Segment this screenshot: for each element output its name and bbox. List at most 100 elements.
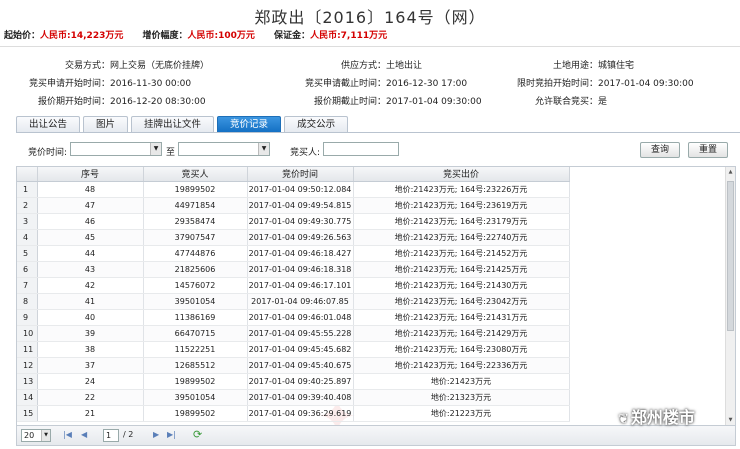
bid-price-cell: 地价:21423万元; 164号:21429万元 xyxy=(353,325,570,342)
page-size-select[interactable]: 20 ▼ xyxy=(21,429,51,442)
table-row[interactable]: 3 46 29358474 2017-01-04 09:49:30.775 地价:214… xyxy=(17,213,570,230)
bidder-input[interactable] xyxy=(323,142,399,156)
seq-cell: 46 xyxy=(37,213,144,230)
seq-cell: 48 xyxy=(37,181,144,198)
next-page-icon[interactable]: ▶ xyxy=(153,430,159,439)
col-header-bid-price[interactable]: 竞买出价 xyxy=(353,167,570,182)
table-row[interactable]: 5 44 47744876 2017-01-04 09:46:18.427 地价:214… xyxy=(17,245,570,262)
table-row[interactable]: 13 24 19899502 2017-01-04 09:40:25.897 地价:21… xyxy=(17,373,570,390)
bidder-cell: 66470715 xyxy=(143,325,248,342)
bid-time-cell: 2017-01-04 09:49:26.563 xyxy=(247,229,354,246)
increment-value: 人民币:100万元 xyxy=(187,31,255,41)
chevron-down-icon: ▼ xyxy=(150,143,161,155)
row-index: 12 xyxy=(17,357,38,374)
bid-price-cell: 地价:21423万元; 164号:21425万元 xyxy=(353,261,570,278)
bid-records-table: 序号 竞买人 竞价时间 竞买出价 1 48 19899502 2017-01-04 0… xyxy=(17,167,570,422)
bid-time-cell: 2017-01-04 09:46:18.427 xyxy=(247,245,354,262)
row-index: 10 xyxy=(17,325,38,342)
table-row[interactable]: 12 37 12685512 2017-01-04 09:45:40.675 地价:21… xyxy=(17,357,570,374)
scroll-down-icon[interactable]: ▼ xyxy=(726,415,735,425)
table-row[interactable]: 4 45 37907547 2017-01-04 09:49:26.563 地价:214… xyxy=(17,229,570,246)
row-index: 1 xyxy=(17,181,38,198)
bid-time-cell: 2017-01-04 09:45:55.228 xyxy=(247,325,354,342)
table-row[interactable]: 11 38 11522251 2017-01-04 09:45:45.682 地价:21… xyxy=(17,341,570,358)
brand-watermark: ❦ 郑州楼市 xyxy=(618,408,695,427)
table-row[interactable]: 10 39 66470715 2017-01-04 09:45:55.228 地价:21… xyxy=(17,325,570,342)
bid-time-start-select[interactable]: ▼ xyxy=(70,142,162,156)
prev-page-icon[interactable]: ◀ xyxy=(81,430,87,439)
bid-price-cell: 地价:21423万元; 164号:23179万元 xyxy=(353,213,570,230)
pagination-bar: 20 ▼ |◀ ◀ 1 / 2 ▶ ▶| ⟳ xyxy=(16,426,736,446)
table-row[interactable]: 14 22 39501054 2017-01-04 09:39:40.408 地价:21… xyxy=(17,389,570,406)
timed-start: 限时竞拍开始时间：2017-01-04 09:30:00 xyxy=(516,79,694,89)
col-header-bidder[interactable]: 竞买人 xyxy=(143,167,248,182)
current-page-input[interactable]: 1 xyxy=(103,429,119,442)
joint-bid: 允许联合竞买：是 xyxy=(534,97,608,107)
table-row[interactable]: 9 40 11386169 2017-01-04 09:46:01.048 地价:214… xyxy=(17,309,570,326)
chevron-down-icon: ▼ xyxy=(258,143,269,155)
scroll-up-icon[interactable]: ▲ xyxy=(726,167,735,177)
col-header-seq[interactable]: 序号 xyxy=(37,167,144,182)
table-row[interactable]: 8 41 39501054 2017-01-04 09:46:07.85 地价:2142… xyxy=(17,293,570,310)
deposit-label: 保证金： xyxy=(274,31,311,41)
bidder-cell: 44971854 xyxy=(143,197,248,214)
bid-time-cell: 2017-01-04 09:39:40.408 xyxy=(247,389,354,406)
bidder-cell: 47744876 xyxy=(143,245,248,262)
row-index: 13 xyxy=(17,373,38,390)
tab-listing-files[interactable]: 挂牌出让文件 xyxy=(131,116,215,132)
vertical-scrollbar[interactable]: ▲ ▼ xyxy=(725,167,735,425)
search-button[interactable]: 查询 xyxy=(640,142,680,158)
bid-price-cell: 地价:21323万元 xyxy=(353,389,570,406)
tab-bid-records[interactable]: 竞价记录 xyxy=(217,116,282,132)
scroll-thumb[interactable] xyxy=(727,181,734,331)
row-index: 8 xyxy=(17,293,38,310)
last-page-icon[interactable]: ▶| xyxy=(167,430,176,439)
reset-button[interactable]: 重置 xyxy=(688,142,728,158)
table-row[interactable]: 2 47 44971854 2017-01-04 09:49:54.815 地价:214… xyxy=(17,197,570,214)
tab-deal-publicity[interactable]: 成交公示 xyxy=(284,116,349,132)
quote-end: 报价期截止时间：2017-01-04 09:30:00 xyxy=(313,97,482,107)
refresh-icon[interactable]: ⟳ xyxy=(193,428,202,441)
tab-announcement[interactable]: 出让公告 xyxy=(16,116,81,132)
seq-cell: 39 xyxy=(37,325,144,342)
bid-time-cell: 2017-01-04 09:49:54.815 xyxy=(247,197,354,214)
row-index: 7 xyxy=(17,277,38,294)
bid-time-cell: 2017-01-04 09:45:45.682 xyxy=(247,341,354,358)
first-page-icon[interactable]: |◀ xyxy=(63,430,72,439)
bidder-cell: 19899502 xyxy=(143,373,248,390)
bid-time-cell: 2017-01-04 09:46:07.85 xyxy=(247,293,354,310)
seq-cell: 38 xyxy=(37,341,144,358)
col-header-bid-time[interactable]: 竞价时间 xyxy=(247,167,354,182)
chevron-down-icon: ▼ xyxy=(41,430,50,441)
bid-price-cell: 地价:21423万元; 164号:21430万元 xyxy=(353,277,570,294)
start-price-value: 人民币:14,223万元 xyxy=(40,31,124,41)
bidder-cell: 11386169 xyxy=(143,309,248,326)
table-row[interactable]: 15 21 19899502 2017-01-04 09:36:29.619 地价:21… xyxy=(17,405,570,422)
tab-underline xyxy=(16,132,740,133)
seq-cell: 47 xyxy=(37,197,144,214)
seq-cell: 37 xyxy=(37,357,144,374)
bidder-cell: 29358474 xyxy=(143,213,248,230)
tab-pictures[interactable]: 图片 xyxy=(83,116,129,132)
land-use: 土地用途：城镇住宅 xyxy=(552,61,635,71)
seq-cell: 44 xyxy=(37,245,144,262)
bid-price-cell: 地价:21423万元; 164号:22336万元 xyxy=(353,357,570,374)
table-header-row: 序号 竞买人 竞价时间 竞买出价 xyxy=(17,167,570,182)
bid-price-cell: 地价:21423万元; 164号:23042万元 xyxy=(353,293,570,310)
bid-price-cell: 地价:21223万元 xyxy=(353,405,570,422)
bid-time-cell: 2017-01-04 09:46:18.318 xyxy=(247,261,354,278)
bid-price-cell: 地价:21423万元; 164号:21431万元 xyxy=(353,309,570,326)
seq-cell: 43 xyxy=(37,261,144,278)
bid-time-cell: 2017-01-04 09:49:30.775 xyxy=(247,213,354,230)
row-index: 5 xyxy=(17,245,38,262)
bid-time-end-select[interactable]: ▼ xyxy=(178,142,270,156)
bid-price-cell: 地价:21423万元; 164号:23226万元 xyxy=(353,181,570,198)
row-index: 2 xyxy=(17,197,38,214)
row-index: 4 xyxy=(17,229,38,246)
table-row[interactable]: 6 43 21825606 2017-01-04 09:46:18.318 地价:214… xyxy=(17,261,570,278)
bid-records-grid: ✦ 序号 竞买人 竞价时间 竞买出价 1 48 19899502 2017-01-04… xyxy=(16,166,736,426)
bid-price-cell: 地价:21423万元; 164号:23619万元 xyxy=(353,197,570,214)
table-row[interactable]: 1 48 19899502 2017-01-04 09:50:12.084 地价:214… xyxy=(17,181,570,198)
bid-time-cell: 2017-01-04 09:36:29.619 xyxy=(247,405,354,422)
table-row[interactable]: 7 42 14576072 2017-01-04 09:46:17.101 地价:214… xyxy=(17,277,570,294)
